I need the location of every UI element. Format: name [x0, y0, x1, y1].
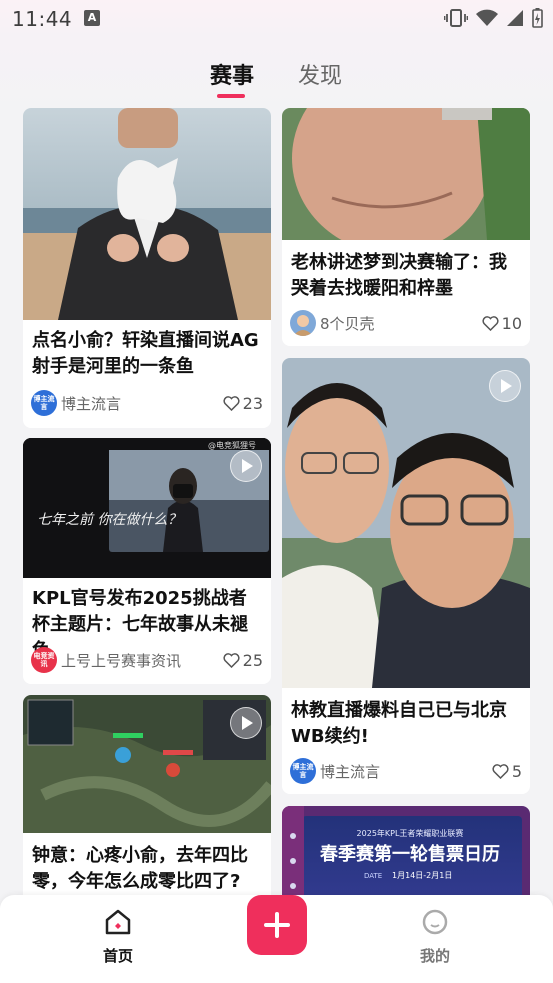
card-thumbnail: [23, 108, 271, 320]
heart-icon: [223, 652, 240, 668]
play-icon[interactable]: [230, 707, 262, 739]
heart-icon: [492, 763, 509, 779]
feed-card[interactable]: 老林讲述梦到决赛输了：我哭着去找暖阳和梓墨 8个贝壳 10: [282, 108, 530, 346]
thumbnail-caption: 七年之前 你在做什么？: [37, 512, 181, 528]
poster-subtitle: 2025年KPL王者荣耀职业联赛: [357, 828, 464, 838]
wifi-icon: [476, 9, 498, 26]
like-button[interactable]: 25: [223, 651, 263, 670]
create-post-button[interactable]: [247, 895, 307, 955]
status-bar: 11:44 A: [0, 0, 553, 38]
signal-icon: [507, 10, 523, 26]
top-tab-bar: 赛事 发现: [0, 38, 553, 108]
poster-dates: 1月14日-2月1日: [392, 871, 452, 880]
status-time: 11:44: [12, 7, 73, 31]
like-count: 23: [242, 393, 263, 413]
notification-a-icon: A: [84, 10, 100, 26]
author-avatar: 电竞资讯: [31, 647, 57, 673]
poster-date-label: DATE: [364, 872, 382, 880]
card-title: 老林讲述梦到决赛输了：我哭着去找暖阳和梓墨: [291, 252, 507, 299]
heart-icon: [482, 315, 499, 331]
card-thumbnail: 七年之前 你在做什么？ @电竞狐狸号: [23, 438, 271, 578]
like-count: 10: [501, 313, 522, 333]
nav-home-label: 首页: [102, 947, 133, 965]
like-button[interactable]: 5: [492, 762, 522, 781]
feed-card[interactable]: 林教直播爆料自己已与北京WB续约! 博主流言 博主流言 5: [282, 358, 530, 794]
nav-me[interactable]: 我的: [405, 907, 465, 966]
card-title: 钟意：心疼小俞，去年四比零，今年怎么成零比四了?: [32, 845, 248, 892]
like-button[interactable]: 23: [223, 394, 263, 413]
bottom-navigation: 首页 我的: [0, 895, 553, 983]
card-title: 点名小俞？轩染直播间说AG射手是河里的一条鱼: [32, 330, 259, 377]
tab-discover[interactable]: 发现: [298, 58, 342, 90]
play-icon[interactable]: [489, 370, 521, 402]
author-name: 博主流言: [61, 394, 122, 413]
battery-icon: [532, 8, 543, 28]
card-thumbnail: [23, 695, 271, 833]
poster-title: 春季赛第一轮售票日历: [320, 843, 500, 865]
card-thumbnail: 2025年KPL王者荣耀职业联赛 春季赛第一轮售票日历 DATE 1月14日-2…: [282, 806, 530, 895]
active-tab-indicator: [217, 94, 245, 98]
content-feed[interactable]: 点名小俞？轩染直播间说AG射手是河里的一条鱼 博主流言 博主流言 23 七年之前…: [0, 108, 553, 895]
thumbnail-watermark: @电竞狐狸号: [208, 440, 256, 450]
like-count: 25: [242, 650, 263, 670]
home-icon: [105, 909, 131, 935]
card-thumbnail: [282, 358, 530, 688]
author-avatar: 博主流言: [290, 758, 316, 784]
card-meta: 8个贝壳 10: [290, 310, 522, 336]
author-avatar: [290, 310, 316, 336]
author-name: 8个贝壳: [320, 314, 375, 333]
nav-home[interactable]: 首页: [88, 907, 148, 966]
author-name: 博主流言: [320, 762, 381, 781]
card-meta: 博主流言 博主流言 23: [31, 390, 263, 416]
author-avatar: 博主流言: [31, 390, 57, 416]
profile-icon: [422, 909, 448, 935]
nav-me-label: 我的: [419, 947, 450, 965]
card-title: 林教直播爆料自己已与北京WB续约!: [291, 700, 507, 747]
author-name: 上号上号赛事资讯: [61, 651, 182, 670]
feed-card[interactable]: 2025年KPL王者荣耀职业联赛 春季赛第一轮售票日历 DATE 1月14日-2…: [282, 806, 530, 895]
play-icon[interactable]: [230, 450, 262, 482]
card-meta: 博主流言 博主流言 5: [290, 758, 522, 784]
vibrate-icon: [444, 9, 468, 27]
feed-card[interactable]: 点名小俞？轩染直播间说AG射手是河里的一条鱼 博主流言 博主流言 23: [23, 108, 271, 428]
system-icons: [444, 8, 543, 28]
feed-card[interactable]: 钟意：心疼小俞，去年四比零，今年怎么成零比四了?: [23, 695, 271, 895]
like-count: 5: [511, 761, 522, 781]
feed-card[interactable]: 七年之前 你在做什么？ @电竞狐狸号 KPL官号发布2025挑战者杯主题片：七年…: [23, 438, 271, 684]
like-button[interactable]: 10: [482, 314, 522, 333]
heart-icon: [223, 395, 240, 411]
card-meta: 电竞资讯 上号上号赛事资讯 25: [31, 647, 263, 673]
tab-events[interactable]: 赛事: [210, 58, 254, 90]
card-thumbnail: [282, 108, 530, 240]
